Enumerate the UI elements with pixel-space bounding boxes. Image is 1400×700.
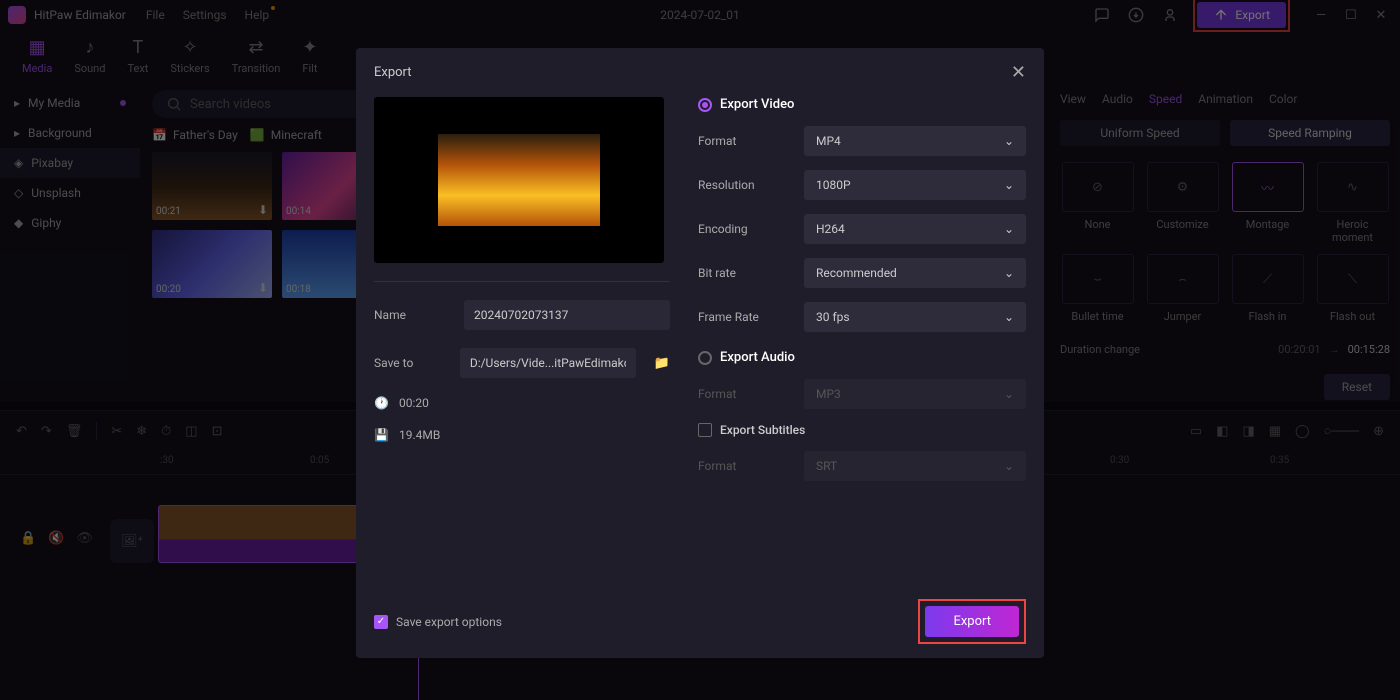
preview-box <box>374 97 664 263</box>
close-icon[interactable]: ✕ <box>1011 62 1026 83</box>
export-modal: Export ✕ Name Save to 📁 🕐 00:20 💾 19.4MB E… <box>356 48 1044 658</box>
encoding-select[interactable]: H264⌄ <box>804 214 1026 244</box>
framerate-select[interactable]: 30 fps⌄ <box>804 302 1026 332</box>
modal-footer: ✓Save export options Export <box>356 585 1044 658</box>
export-btn-highlight: Export <box>918 599 1026 644</box>
chevron-down-icon: ⌄ <box>1004 459 1014 473</box>
bitrate-select[interactable]: Recommended⌄ <box>804 258 1026 288</box>
clock-icon: 🕐 <box>374 396 389 410</box>
size-value: 19.4MB <box>399 428 440 442</box>
export-audio-radio[interactable]: Export Audio <box>698 350 1026 365</box>
preview-image <box>438 134 600 226</box>
saveto-label: Save to <box>374 356 448 370</box>
chevron-down-icon: ⌄ <box>1004 222 1014 236</box>
chevron-down-icon: ⌄ <box>1004 310 1014 324</box>
modal-right: Export Video FormatMP4⌄ Resolution1080P⌄… <box>698 97 1026 585</box>
checkbox-checked-icon: ✓ <box>374 615 388 629</box>
resolution-select[interactable]: 1080P⌄ <box>804 170 1026 200</box>
name-label: Name <box>374 308 452 322</box>
chevron-down-icon: ⌄ <box>1004 387 1014 401</box>
modal-header: Export ✕ <box>356 48 1044 97</box>
file-icon: 💾 <box>374 428 389 442</box>
export-subs-checkbox[interactable]: Export Subtitles <box>698 423 1026 437</box>
chevron-down-icon: ⌄ <box>1004 178 1014 192</box>
folder-icon[interactable]: 📁 <box>654 356 670 371</box>
subs-format-select: SRT⌄ <box>804 451 1026 481</box>
radio-unchecked-icon <box>698 351 712 365</box>
chevron-down-icon: ⌄ <box>1004 134 1014 148</box>
saveto-input[interactable] <box>460 348 636 378</box>
audio-format-select: MP3⌄ <box>804 379 1026 409</box>
export-video-radio[interactable]: Export Video <box>698 97 1026 112</box>
radio-checked-icon <box>698 98 712 112</box>
save-options-checkbox[interactable]: ✓Save export options <box>374 615 502 629</box>
export-button[interactable]: Export <box>925 606 1019 637</box>
checkbox-icon <box>698 423 712 437</box>
name-input[interactable] <box>464 300 670 330</box>
divider <box>374 281 670 282</box>
modal-title: Export <box>374 65 412 80</box>
format-select[interactable]: MP4⌄ <box>804 126 1026 156</box>
modal-left: Name Save to 📁 🕐 00:20 💾 19.4MB <box>374 97 670 585</box>
chevron-down-icon: ⌄ <box>1004 266 1014 280</box>
duration-value: 00:20 <box>399 396 429 410</box>
